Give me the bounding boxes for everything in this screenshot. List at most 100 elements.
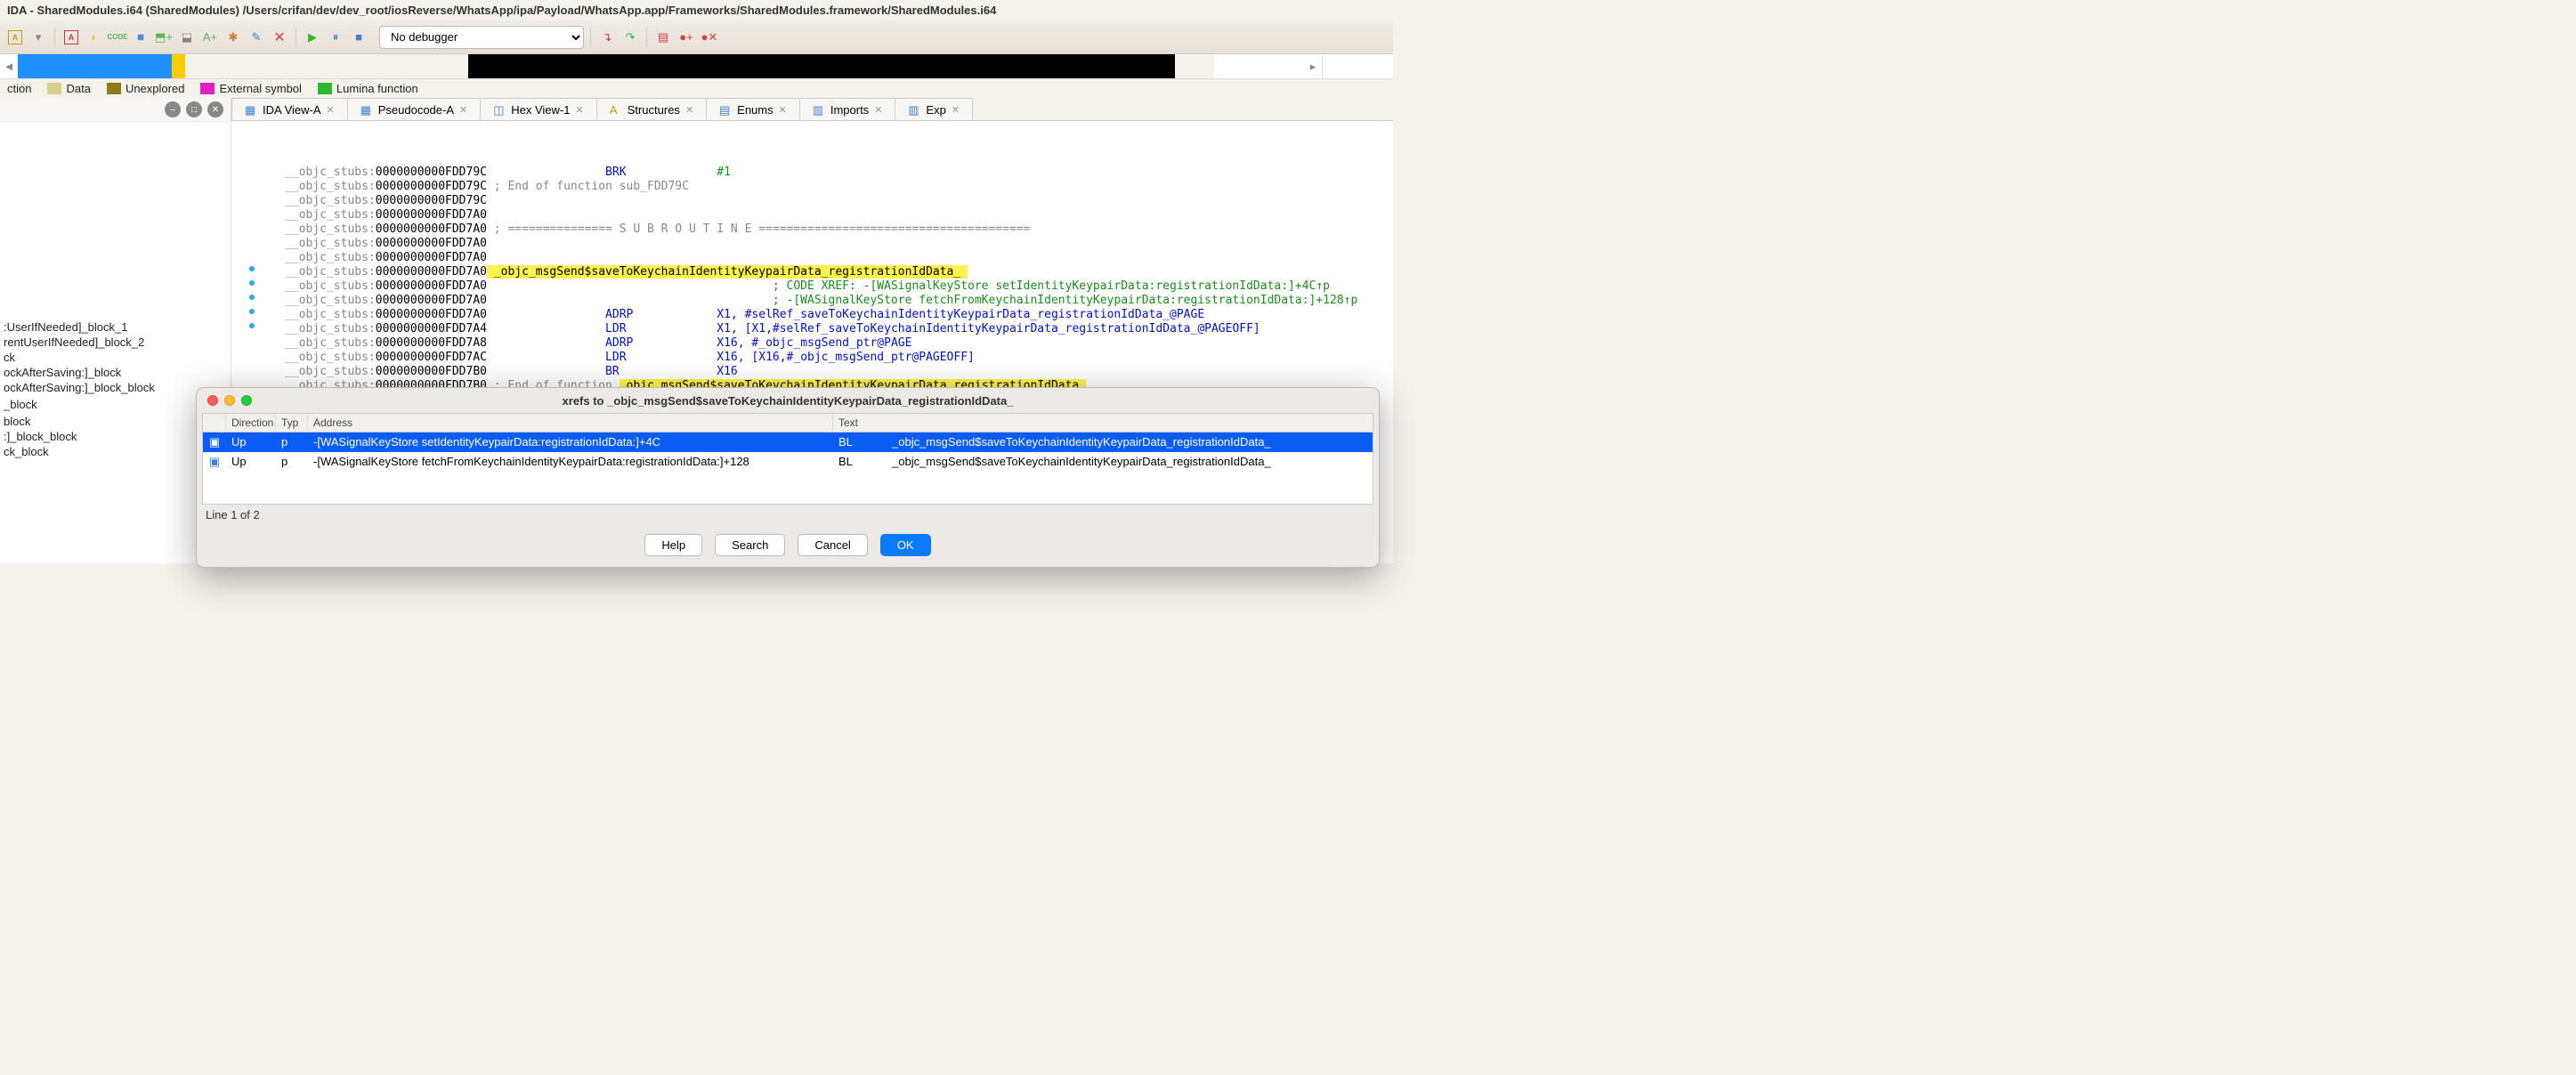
function-item[interactable]: rentUserIfNeeded]_block_2 (0, 335, 231, 350)
function-item[interactable]: ockAfterSaving:]_block (0, 365, 231, 380)
stop-icon[interactable]: ■ (349, 28, 369, 47)
xref-row-icon: ▣ (209, 435, 220, 449)
th-direction[interactable]: Direction (226, 414, 276, 432)
tab-icon: ▥ (908, 103, 920, 116)
bp-add-icon[interactable]: ●+ (676, 28, 696, 47)
navigation-band[interactable]: ◄ ▸ (0, 54, 1393, 79)
tool-rename-icon[interactable]: ✎ (247, 28, 266, 47)
step-into-icon[interactable]: ↴ (597, 28, 617, 47)
dialog-titlebar[interactable]: xrefs to _objc_msgSend$saveToKeychainIde… (197, 388, 1379, 413)
tab-pseudocode-a[interactable]: ▦ Pseudocode-A ✕ (347, 98, 482, 120)
tool-code-icon[interactable]: CODE (108, 28, 127, 47)
disasm-line[interactable]: __objc_stubs:0000000000FDD79C ; End of f… (285, 180, 1393, 194)
disasm-line[interactable]: __objc_stubs:0000000000FDD7A4 LDR X1, [X… (285, 322, 1393, 336)
tab-enums[interactable]: ▤Enums✕ (706, 98, 800, 120)
tab-label: Structures (628, 103, 680, 117)
tool-pacman-icon[interactable]: ◐ (85, 28, 104, 47)
disasm-line[interactable]: __objc_stubs:0000000000FDD7A0 ; CODE XRE… (285, 279, 1393, 294)
tab-imports[interactable]: ▥Imports✕ (799, 98, 896, 120)
disasm-line[interactable]: __objc_stubs:0000000000FDD79C BRK #1 (285, 166, 1393, 180)
disasm-line[interactable]: __objc_stubs:0000000000FDD7A0 (285, 251, 1393, 265)
tab-close-icon[interactable]: ✕ (952, 104, 960, 116)
tab-icon: ▥ (813, 103, 825, 116)
tab-close-icon[interactable]: ✕ (459, 104, 467, 116)
legend-label: Lumina function (336, 82, 418, 95)
legend-extsym-box (200, 83, 215, 94)
tab-icon: ▤ (719, 103, 732, 116)
tab-close-icon[interactable]: ✕ (575, 104, 583, 116)
tool-data-icon[interactable]: ▦ (131, 28, 150, 47)
disasm-line[interactable]: __objc_stubs:0000000000FDD7A0 ADRP X1, #… (285, 308, 1393, 322)
panel-minimize-icon[interactable]: – (165, 101, 181, 117)
disasm-line[interactable]: __objc_stubs:0000000000FDD7A0 _objc_msgS… (285, 265, 1393, 279)
dialog-title: xrefs to _objc_msgSend$saveToKeychainIde… (563, 394, 1014, 408)
tool-dropdown-icon[interactable]: ▾ (28, 28, 48, 47)
tab-ida-view-a[interactable]: ▦IDA View-A✕ (231, 98, 348, 120)
th-type[interactable]: Typ (276, 414, 308, 432)
disasm-line[interactable]: __objc_stubs:0000000000FDD7AC LDR X16, [… (285, 351, 1393, 365)
zoom-window-icon[interactable] (241, 395, 252, 406)
xref-row[interactable]: ▣Upp-[WASignalKeyStore setIdentityKeypai… (203, 432, 1373, 452)
nav-right-icon[interactable]: ▸ (1304, 54, 1322, 78)
xrefs-table[interactable]: Direction Typ Address Text ▣Upp-[WASigna… (202, 413, 1373, 505)
legend-label: Data (66, 82, 90, 95)
xref-row[interactable]: ▣Upp-[WASignalKeyStore fetchFromKeychain… (203, 452, 1373, 472)
disasm-line[interactable]: __objc_stubs:0000000000FDD7A0 (285, 237, 1393, 251)
th-text[interactable]: Text (833, 414, 1373, 432)
search-button[interactable]: Search (715, 534, 785, 556)
tool-text-a-icon[interactable]: A (5, 28, 25, 47)
tool-box-a-icon[interactable]: A (61, 28, 81, 47)
tool-struct-add-icon[interactable]: ⬒+ (154, 28, 174, 47)
disasm-line[interactable]: __objc_stubs:0000000000FDD7A8 ADRP X16, … (285, 336, 1393, 351)
function-item[interactable]: :UserIfNeeded]_block_1 (0, 319, 231, 335)
tab-close-icon[interactable]: ✕ (779, 104, 787, 116)
minimize-window-icon[interactable] (224, 395, 235, 406)
ok-button[interactable]: OK (880, 534, 931, 556)
bp-list-icon[interactable]: ▤ (653, 28, 673, 47)
th-address[interactable]: Address (308, 414, 833, 432)
legend-unexplored-box (107, 83, 121, 94)
tab-close-icon[interactable]: ✕ (874, 104, 882, 116)
cancel-button[interactable]: Cancel (798, 534, 867, 556)
breakpoint-dot-icon[interactable] (249, 309, 255, 314)
tool-delete-icon[interactable]: ✕ (270, 28, 289, 47)
tab-icon: ▦ (360, 103, 373, 116)
tab-exp[interactable]: ▥Exp✕ (895, 98, 973, 120)
disasm-line[interactable]: __objc_stubs:0000000000FDD7A0 ; -[WASign… (285, 294, 1393, 308)
dialog-status: Line 1 of 2 (197, 505, 1379, 525)
nav-left-icon[interactable]: ◄ (0, 54, 18, 78)
tab-close-icon[interactable]: ✕ (327, 104, 335, 116)
disasm-line[interactable]: __objc_stubs:0000000000FDD7B0 BR X16 (285, 365, 1393, 379)
breakpoint-dot-icon[interactable] (249, 280, 255, 286)
panel-close-icon[interactable]: ✕ (207, 101, 223, 117)
run-icon[interactable]: ▶ (303, 28, 322, 47)
tab-hex-view-1[interactable]: ◫Hex View-1✕ (480, 98, 596, 120)
close-window-icon[interactable] (207, 395, 218, 406)
breakpoint-dot-icon[interactable] (249, 295, 255, 300)
tool-struct2-icon[interactable]: ⬓ (177, 28, 197, 47)
step-over-icon[interactable]: ↷ (620, 28, 640, 47)
main-toolbar: A ▾ A ◐ CODE ▦ ⬒+ ⬓ A+ ✱ ✎ ✕ ▶ ⏸ ■ No de… (0, 20, 1393, 54)
breakpoint-dot-icon[interactable] (249, 323, 255, 328)
disasm-line[interactable]: __objc_stubs:0000000000FDD7A0 ; ========… (285, 222, 1393, 237)
breakpoint-dot-icon[interactable] (249, 266, 255, 271)
panel-dock-icon[interactable]: □ (186, 101, 202, 117)
tab-structures[interactable]: A Structures ✕ (596, 98, 707, 120)
debugger-select[interactable]: No debugger (379, 26, 584, 49)
xref-row-icon: ▣ (209, 455, 220, 468)
tab-label: Hex View-1 (511, 103, 570, 117)
tab-icon: A (610, 103, 622, 116)
legend-data-box (47, 83, 61, 94)
help-button[interactable]: Help (644, 534, 702, 556)
tab-label: IDA View-A (263, 103, 321, 117)
tab-label: Pseudocode-A (378, 103, 454, 117)
function-item[interactable]: ck (0, 350, 231, 365)
tool-star-icon[interactable]: ✱ (223, 28, 243, 47)
bp-del-icon[interactable]: ●✕ (700, 28, 719, 47)
pause-icon[interactable]: ⏸ (326, 28, 345, 47)
xrefs-dialog: xrefs to _objc_msgSend$saveToKeychainIde… (196, 387, 1380, 568)
tool-plus-a-icon[interactable]: A+ (200, 28, 220, 47)
disasm-line[interactable]: __objc_stubs:0000000000FDD7A0 (285, 208, 1393, 222)
disasm-line[interactable]: __objc_stubs:0000000000FDD79C (285, 194, 1393, 208)
tab-close-icon[interactable]: ✕ (685, 104, 693, 116)
